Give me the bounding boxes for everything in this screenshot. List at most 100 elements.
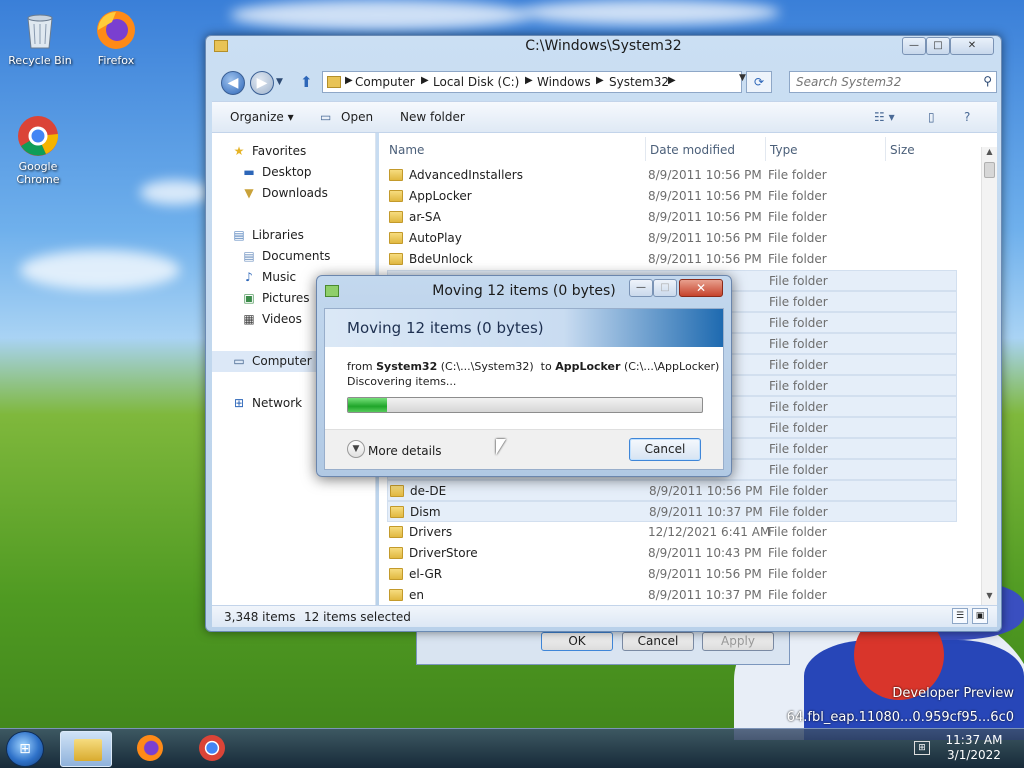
file-date: 8/9/2011 10:56 PM [648, 231, 762, 245]
minimize-button[interactable]: — [902, 37, 926, 55]
organize-menu[interactable]: Organize ▾ [230, 110, 294, 124]
taskbar-explorer[interactable] [60, 731, 112, 767]
address-bar[interactable]: ▶ Computer ▶ Local Disk (C:) ▶ Windows ▶… [322, 71, 742, 93]
new-folder-button[interactable]: New folder [400, 110, 465, 124]
chevron-down-icon[interactable]: ▼ [347, 440, 365, 458]
nav-item-favorites[interactable]: ★ Favorites [212, 141, 376, 162]
view-options-icon[interactable]: ☷ ▾ [874, 110, 895, 124]
desktop-icon-firefox[interactable]: Firefox [81, 8, 151, 67]
taskbar-chrome[interactable] [186, 731, 238, 767]
forward-button[interactable]: ▶ [250, 71, 274, 95]
file-row[interactable]: Dism 8/9/2011 10:37 PM File folder [387, 501, 957, 522]
refresh-button[interactable]: ⟳ [746, 71, 772, 93]
taskbar-firefox[interactable] [124, 731, 176, 767]
column-header-size[interactable]: Size [890, 143, 915, 157]
details-view-icon[interactable]: ☰ [952, 608, 968, 624]
folder-icon [389, 568, 403, 580]
breadcrumb-separator-icon[interactable]: ▶ [345, 75, 353, 86]
selected-count: 12 items selected [304, 610, 411, 624]
dialog-footer: ▼ More details Cancel [325, 429, 723, 469]
breadcrumb-local-disk[interactable]: Local Disk (C:) [433, 75, 519, 89]
network-tray-icon[interactable]: ⊞ [914, 741, 930, 755]
breadcrumb-separator-icon[interactable]: ▶ [525, 75, 533, 86]
column-header-name[interactable]: Name [389, 143, 424, 157]
cancel-button[interactable]: Cancel [622, 632, 694, 651]
file-row[interactable]: AppLocker 8/9/2011 10:56 PM File folder [387, 186, 957, 207]
desktop-icon-chrome[interactable]: Google Chrome [3, 114, 73, 186]
firefox-icon [94, 8, 138, 52]
file-row[interactable]: en 8/9/2011 10:37 PM File folder [387, 585, 957, 606]
folder-icon [390, 485, 404, 497]
file-row[interactable]: el-GR 8/9/2011 10:56 PM File folder [387, 564, 957, 585]
vertical-scrollbar[interactable]: ▲ ▼ [981, 147, 997, 605]
search-icon[interactable]: ⚲ [983, 74, 992, 88]
organize-label: Organize [230, 110, 284, 124]
banner-title: Moving 12 items (0 bytes) [347, 319, 544, 337]
dialog-body: Moving 12 items (0 bytes) from System32 … [324, 308, 724, 470]
breadcrumb-separator-icon[interactable]: ▶ [596, 75, 604, 86]
file-name: Drivers [409, 525, 453, 539]
minimize-button[interactable]: — [629, 279, 653, 297]
file-type: File folder [768, 546, 827, 560]
file-name: BdeUnlock [409, 252, 473, 266]
column-header-date[interactable]: Date modified [650, 143, 735, 157]
file-row[interactable]: de-DE 8/9/2011 10:56 PM File folder [387, 480, 957, 501]
clock[interactable]: 11:37 AM 3/1/2022 [936, 733, 1012, 763]
nav-item-documents[interactable]: ▤ Documents [212, 246, 376, 267]
music-icon: ♪ [245, 270, 253, 284]
from-to-line: from System32 (C:\...\System32) to AppLo… [347, 360, 719, 373]
scroll-down-icon[interactable]: ▼ [982, 591, 997, 605]
recent-pages-dropdown[interactable]: ▼ [276, 77, 283, 87]
preview-pane-icon[interactable]: ▯ [928, 110, 935, 124]
file-row[interactable]: AutoPlay 8/9/2011 10:56 PM File folder [387, 228, 957, 249]
cancel-button[interactable]: Cancel [629, 438, 701, 461]
destination-path: (C:\...\AppLocker) [623, 360, 720, 373]
breadcrumb-windows[interactable]: Windows [537, 75, 591, 89]
search-box: ⚲ [789, 71, 997, 93]
column-divider[interactable] [645, 137, 646, 161]
file-row[interactable]: DriverStore 8/9/2011 10:43 PM File folder [387, 543, 957, 564]
more-details-toggle[interactable]: More details [368, 444, 442, 458]
maximize-button[interactable]: □ [926, 37, 950, 55]
open-button[interactable]: Open [341, 110, 373, 124]
folder-icon [389, 589, 403, 601]
file-type: File folder [768, 567, 827, 581]
file-type: File folder [769, 316, 828, 330]
downloads-icon: ▼ [244, 186, 254, 200]
file-row[interactable]: BdeUnlock 8/9/2011 10:56 PM File folder [387, 249, 957, 270]
nav-item-desktop[interactable]: ▬ Desktop [212, 162, 376, 183]
up-arrow-icon[interactable]: ⬆ [300, 73, 313, 91]
start-button[interactable]: ⊞ [6, 731, 44, 767]
file-row[interactable]: AdvancedInstallers 8/9/2011 10:56 PM File … [387, 165, 957, 186]
nav-item-downloads[interactable]: ▼ Downloads [212, 183, 376, 204]
scroll-up-icon[interactable]: ▲ [982, 147, 997, 161]
large-icons-view-icon[interactable]: ▣ [972, 608, 988, 624]
nav-item-libraries[interactable]: ▤ Libraries [212, 225, 376, 246]
column-header-type[interactable]: Type [770, 143, 798, 157]
close-button[interactable]: ✕ [950, 37, 994, 55]
breadcrumb-separator-icon[interactable]: ▶ [668, 75, 676, 86]
file-name: AutoPlay [409, 231, 462, 245]
firefox-icon [137, 735, 163, 761]
close-button[interactable]: ✕ [679, 279, 723, 297]
search-input[interactable] [790, 72, 970, 92]
breadcrumb-computer[interactable]: Computer [355, 75, 415, 89]
nav-label: Pictures [262, 291, 310, 305]
destination-folder-link[interactable]: AppLocker [555, 360, 620, 373]
column-divider[interactable] [885, 137, 886, 161]
column-divider[interactable] [765, 137, 766, 161]
file-row[interactable]: ar-SA 8/9/2011 10:56 PM File folder [387, 207, 957, 228]
desktop-icon-recycle-bin[interactable]: Recycle Bin [5, 8, 75, 67]
ok-button[interactable]: OK [541, 632, 613, 651]
file-date: 8/9/2011 10:56 PM [648, 168, 762, 182]
source-folder-link[interactable]: System32 [376, 360, 437, 373]
help-icon[interactable]: ? [964, 110, 970, 124]
file-row[interactable]: Drivers 12/12/2021 6:41 AM File folder [387, 522, 957, 543]
breadcrumb-system32[interactable]: System32 [609, 75, 669, 89]
back-button[interactable]: ◀ [221, 71, 245, 95]
recycle-bin-icon [18, 8, 62, 52]
scroll-thumb[interactable] [984, 162, 995, 178]
breadcrumb-separator-icon[interactable]: ▶ [421, 75, 429, 86]
address-dropdown-icon[interactable]: ▼ [739, 73, 746, 83]
folder-icon [390, 506, 404, 518]
